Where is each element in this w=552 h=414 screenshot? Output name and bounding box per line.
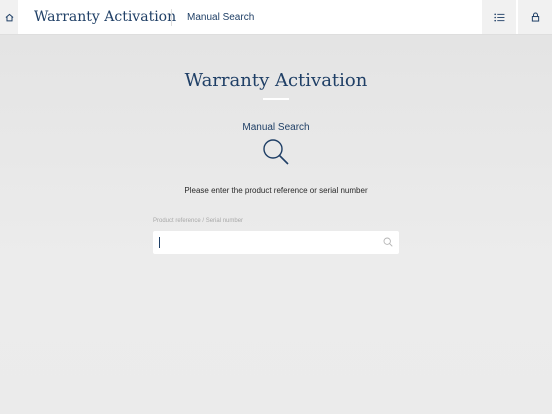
page-title: Warranty Activation xyxy=(184,70,368,91)
list-icon xyxy=(493,13,504,21)
top-bar: Warranty Activation Manual Search xyxy=(0,0,552,35)
header-divider xyxy=(171,9,172,26)
search-input[interactable] xyxy=(157,233,377,252)
lock-icon xyxy=(531,12,539,22)
instruction-text: Please enter the product reference or se… xyxy=(184,186,368,195)
list-button[interactable] xyxy=(482,0,516,34)
breadcrumb[interactable]: Manual Search xyxy=(187,12,254,23)
field-label: Product reference / Serial number xyxy=(153,218,244,224)
app-title: Warranty Activation xyxy=(34,9,177,25)
home-icon xyxy=(5,13,13,21)
home-button[interactable] xyxy=(0,0,18,34)
text-cursor xyxy=(159,237,160,248)
search-field[interactable] xyxy=(153,231,399,254)
lock-button[interactable] xyxy=(518,0,552,34)
manual-search-label: Manual Search xyxy=(242,122,310,133)
main-content xyxy=(0,35,552,414)
search-icon xyxy=(263,139,289,165)
title-underline xyxy=(263,98,289,100)
search-icon[interactable] xyxy=(383,237,393,247)
